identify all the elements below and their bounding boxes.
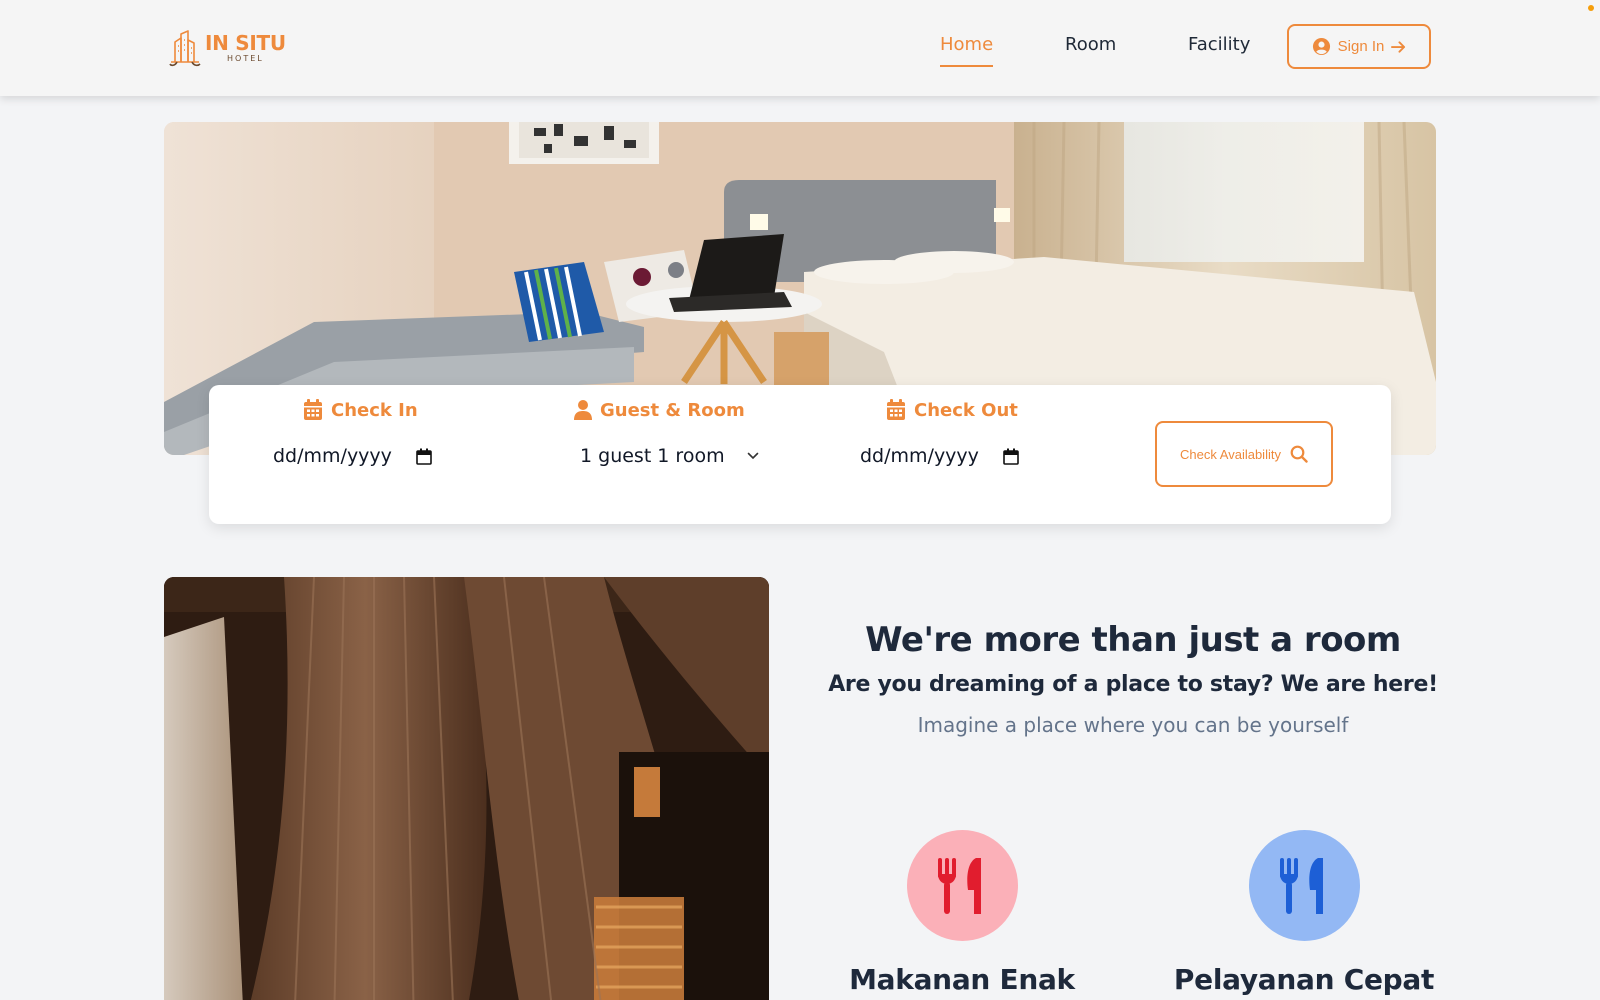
nav-facility[interactable]: Facility	[1188, 34, 1250, 55]
utensils-icon	[938, 857, 981, 914]
utensils-icon	[1280, 857, 1323, 914]
check-availability-button[interactable]: Check Availability	[1155, 421, 1333, 487]
about-subtitle: Are you dreaming of a place to stay? We …	[828, 672, 1438, 697]
logo-subtitle: HOTEL	[227, 54, 264, 63]
search-icon	[1290, 445, 1308, 463]
check-out-date-value: dd/mm/yyyy	[860, 445, 979, 467]
guest-room-value: 1 guest 1 room	[580, 445, 725, 467]
check-availability-label: Check Availability	[1180, 446, 1281, 462]
notification-dot	[1588, 5, 1594, 11]
chevron-down-icon	[747, 452, 758, 460]
hotel-building-logo-icon	[169, 30, 201, 67]
sign-in-button[interactable]: Sign In	[1287, 24, 1431, 69]
about-tagline: Imagine a place where you can be yoursel…	[917, 713, 1349, 737]
calendar-picker-icon[interactable]	[1003, 448, 1019, 465]
feature-makanan-enak: Makanan Enak	[812, 830, 1112, 996]
nav-home[interactable]: Home	[940, 34, 994, 67]
arrow-right-icon	[1391, 40, 1406, 53]
feature-pelayanan-cepat: Pelayanan Cepat	[1154, 830, 1454, 996]
check-out-label: Check Out	[914, 399, 1018, 421]
sign-in-label: Sign In	[1337, 38, 1385, 55]
feature-icon-circle	[906, 830, 1018, 941]
check-in-field: Check In dd/mm/yyyy	[273, 399, 432, 467]
site-header: IN SITU HOTEL Home Room Facility Sign In	[0, 0, 1600, 96]
canopy-bed-photo	[164, 577, 769, 1000]
about-title: We're more than just a room	[865, 620, 1401, 660]
canopy-curtain-illustration	[164, 577, 769, 1000]
check-in-label: Check In	[331, 399, 418, 421]
guest-room-select[interactable]: 1 guest 1 room	[580, 445, 759, 467]
calendar-icon	[304, 399, 322, 420]
booking-form: Check In dd/mm/yyyy Guest & Room 1 guest…	[209, 385, 1391, 524]
check-in-date-value: dd/mm/yyyy	[273, 445, 392, 467]
user-icon	[574, 400, 592, 420]
nav-room[interactable]: Room	[1065, 34, 1116, 55]
calendar-icon	[887, 399, 905, 420]
user-circle-icon	[1312, 37, 1330, 56]
logo-title: IN SITU	[205, 31, 286, 55]
check-out-date-input[interactable]: dd/mm/yyyy	[860, 445, 1019, 467]
feature-icon-circle	[1248, 830, 1360, 941]
feature-title: Makanan Enak	[849, 963, 1075, 996]
check-out-field: Check Out dd/mm/yyyy	[860, 399, 1019, 467]
brand-logo[interactable]: IN SITU HOTEL	[167, 28, 286, 68]
feature-title: Pelayanan Cepat	[1173, 963, 1435, 996]
check-in-date-input[interactable]: dd/mm/yyyy	[273, 445, 432, 467]
guest-room-label: Guest & Room	[600, 399, 745, 421]
guest-room-field: Guest & Room 1 guest 1 room	[574, 399, 759, 467]
calendar-picker-icon[interactable]	[416, 448, 432, 465]
